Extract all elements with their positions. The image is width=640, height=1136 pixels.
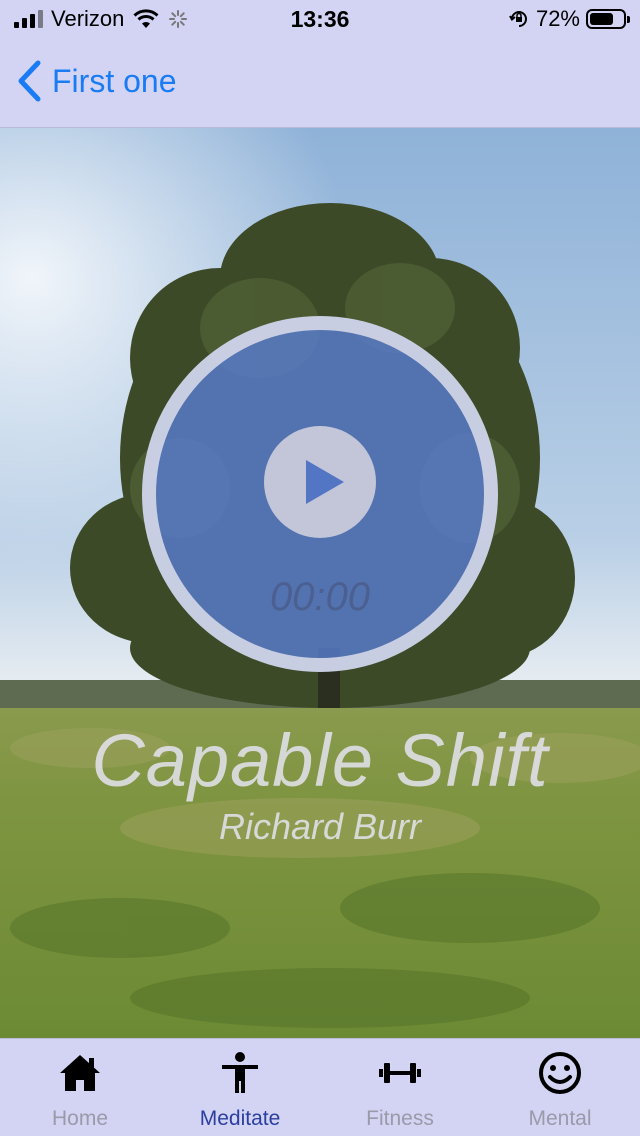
tab-fitness[interactable]: Fitness: [320, 1039, 480, 1136]
tab-fitness-label: Fitness: [366, 1107, 434, 1130]
status-bar: Verizon 13:36 72%: [0, 0, 640, 42]
tab-mental-label: Mental: [528, 1107, 592, 1130]
play-icon: [306, 460, 344, 504]
tab-home[interactable]: Home: [0, 1039, 160, 1136]
track-artist: Richard Burr: [218, 806, 422, 847]
track-title: Capable Shift: [91, 719, 549, 802]
tab-mental[interactable]: Mental: [480, 1039, 640, 1136]
screen: Verizon 13:36 72% First one 00:00 Capabl…: [0, 0, 640, 1136]
tab-bar: Home Meditate Fitness Mental: [0, 1038, 640, 1136]
dumbbell-icon: [379, 1063, 421, 1083]
battery-percent: 72%: [535, 6, 580, 31]
battery-fill: [590, 13, 613, 25]
battery-icon: [586, 9, 630, 29]
back-label: First one: [52, 62, 177, 99]
play-button[interactable]: [264, 426, 376, 538]
back-button[interactable]: First one: [16, 60, 176, 102]
smiley-icon: [539, 1052, 581, 1094]
navigation-bar: First one: [0, 42, 640, 128]
orientation-lock-icon: [509, 11, 527, 27]
tab-home-label: Home: [51, 1107, 109, 1130]
player-area: 00:00 Capable Shift Richard Burr: [0, 128, 640, 1038]
house-icon: [60, 1055, 100, 1091]
timer-label: 00:00: [269, 575, 371, 619]
status-right: 72%: [508, 6, 630, 32]
tab-meditate[interactable]: Meditate: [160, 1039, 320, 1136]
chevron-left-icon: [18, 60, 41, 102]
person-icon: [222, 1052, 258, 1093]
tab-meditate-label: Meditate: [199, 1107, 281, 1130]
